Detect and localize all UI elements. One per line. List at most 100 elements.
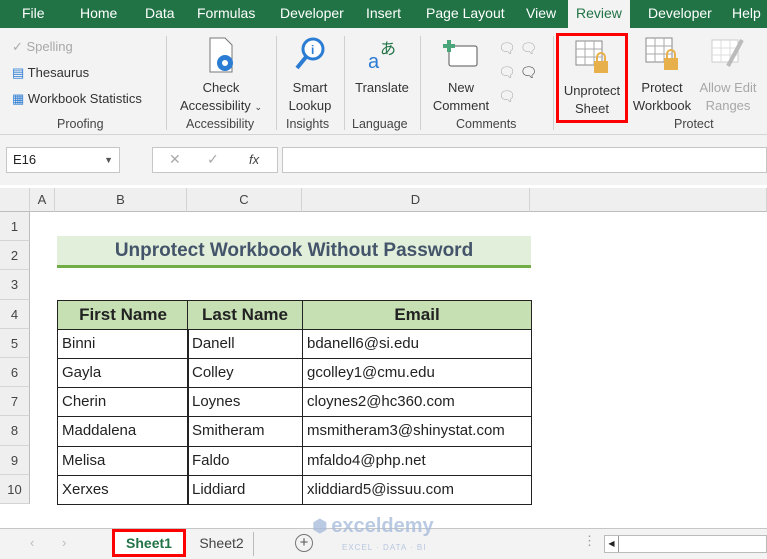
protect-workbook-icon [645, 37, 678, 70]
table-cell[interactable]: Melisa [57, 445, 189, 476]
delete-comment-icon[interactable]: 🗨 [498, 40, 516, 56]
table-cell[interactable]: cloynes2@hc360.com [302, 387, 532, 418]
translate-icon: aあ [368, 40, 396, 73]
tab-developer[interactable]: Developer [272, 0, 352, 28]
table-cell[interactable]: Faldo [187, 445, 303, 476]
table-cell[interactable]: xliddiard5@issuu.com [302, 474, 532, 505]
smart-lookup-button[interactable]: i Smart Lookup [280, 36, 340, 115]
row-header-1[interactable]: 1 [0, 212, 30, 242]
formula-controls: ✕ ✓ fx [152, 147, 278, 173]
svg-text:i: i [311, 43, 314, 57]
table-header-cell[interactable]: First Name [57, 299, 189, 330]
row-header-4[interactable]: 4 [0, 299, 30, 329]
sheet-tab-sheet1[interactable]: Sheet1 [112, 529, 186, 557]
chevron-down-icon: ⌄ [254, 102, 262, 112]
column-header[interactable] [530, 188, 767, 212]
tab-page-layout[interactable]: Page Layout [418, 0, 513, 28]
row-header-6[interactable]: 6 [0, 358, 30, 388]
table-cell[interactable]: mfaldo4@php.net [302, 445, 532, 476]
name-box[interactable]: E16 ▼ [6, 147, 120, 173]
table-cell[interactable]: Xerxes [57, 474, 189, 505]
table-cell[interactable]: Binni [57, 328, 189, 359]
divider [420, 36, 421, 130]
accessibility-icon [209, 37, 233, 73]
tab-file[interactable]: File [14, 0, 53, 28]
row-header-5[interactable]: 5 [0, 328, 30, 358]
column-header-C[interactable]: C [187, 188, 302, 212]
row-header-3[interactable]: 3 [0, 270, 30, 300]
column-header-A[interactable]: A [30, 188, 55, 212]
svg-text:あ: あ [380, 40, 396, 58]
row-header-2[interactable]: 2 [0, 241, 30, 271]
tab-data[interactable]: Data [137, 0, 183, 28]
add-sheet-button[interactable]: + [295, 534, 313, 552]
unprotect-sheet-icon [575, 40, 608, 73]
tab-insert[interactable]: Insert [358, 0, 409, 28]
table-cell[interactable]: msmitheram3@shinystat.com [302, 416, 532, 447]
table-header-cell[interactable]: Last Name [187, 299, 303, 330]
formula-input[interactable] [282, 147, 767, 173]
next-comment-icon[interactable]: 🗨 [498, 88, 516, 104]
chevron-down-icon[interactable]: ▼ [104, 148, 113, 172]
row-header-10[interactable]: 10 [0, 474, 30, 504]
thesaurus-button[interactable]: ▤ Thesaurus [12, 64, 89, 82]
tab-review[interactable]: Review [568, 0, 630, 28]
new-comment-icon [443, 40, 478, 67]
comment-actions: 🗨 🗨 🗨 🗨 🗨 [498, 36, 537, 108]
check-accessibility-button[interactable]: Check Accessibility ⌄ [172, 36, 270, 116]
show-all-comments-icon[interactable]: 🗨 [520, 64, 538, 80]
divider [166, 36, 167, 130]
row-header-7[interactable]: 7 [0, 387, 30, 417]
statistics-icon: ▦ [12, 91, 28, 106]
select-all-corner[interactable] [0, 188, 30, 212]
allow-edit-ranges-button[interactable]: Allow Edit Ranges [696, 36, 760, 115]
previous-comment-icon[interactable]: 🗨 [498, 64, 516, 80]
insert-function-button[interactable]: fx [249, 152, 259, 167]
table-header-cell[interactable]: Email [302, 299, 532, 330]
translate-button[interactable]: aあ Translate [350, 36, 414, 97]
sheet-title: Unprotect Workbook Without Password [57, 236, 531, 268]
show-comments-icon[interactable]: 🗨 [520, 40, 538, 56]
sheet-tab-sheet2[interactable]: Sheet2 [190, 532, 254, 556]
table-cell[interactable]: Colley [187, 358, 303, 389]
more-options-icon[interactable]: ⋮ [583, 533, 596, 549]
insights-group-label: Insights [286, 117, 330, 131]
tab-help[interactable]: Help [724, 0, 767, 28]
scroll-left-arrow-icon[interactable]: ◀ [605, 536, 619, 552]
table-cell[interactable]: Gayla [57, 358, 189, 389]
divider [344, 36, 345, 130]
row-header-8[interactable]: 8 [0, 416, 30, 446]
accessibility-group-label: Accessibility [186, 117, 255, 131]
worksheet-grid[interactable]: Unprotect Workbook Without Password ABCD… [0, 188, 767, 528]
tab-view[interactable]: View [518, 0, 564, 28]
unprotect-sheet-button[interactable]: Unprotect Sheet [556, 33, 628, 123]
table-cell[interactable]: Danell [187, 328, 303, 359]
table-cell[interactable]: gcolley1@cmu.edu [302, 358, 532, 389]
column-header-B[interactable]: B [55, 188, 187, 212]
scroll-right-icon[interactable]: › [62, 535, 66, 550]
table-cell[interactable]: Loynes [187, 387, 303, 418]
enter-icon[interactable]: ✓ [207, 151, 219, 168]
new-comment-button[interactable]: New Comment [428, 36, 494, 115]
tab-formulas[interactable]: Formulas [189, 0, 263, 28]
horizontal-scrollbar[interactable]: ◀ [604, 535, 767, 553]
column-header-D[interactable]: D [302, 188, 530, 212]
spelling-button[interactable]: ✓ Spelling [12, 38, 73, 56]
table-cell[interactable]: Smitheram [187, 416, 303, 447]
exceldemy-logo-icon: ⬢ [312, 516, 328, 536]
table-cell[interactable]: Cherin [57, 387, 189, 418]
smart-lookup-icon: i [295, 37, 325, 70]
tab-home[interactable]: Home [72, 0, 125, 28]
protect-workbook-button[interactable]: Protect Workbook [630, 36, 694, 115]
table-cell[interactable]: bdanell6@si.edu [302, 328, 532, 359]
proofing-group-label: Proofing [57, 117, 104, 131]
row-header-9[interactable]: 9 [0, 445, 30, 475]
cancel-icon[interactable]: ✕ [169, 151, 181, 168]
workbook-statistics-button[interactable]: ▦ Workbook Statistics [12, 90, 142, 108]
table-cell[interactable]: Maddalena [57, 416, 189, 447]
scroll-left-icon[interactable]: ‹ [30, 535, 34, 550]
comments-group-label: Comments [456, 117, 517, 131]
tab-developer[interactable]: Developer [640, 0, 720, 28]
ribbon: ✓ Spelling ▤ Thesaurus ▦ Workbook Statis… [0, 28, 767, 135]
table-cell[interactable]: Liddiard [187, 474, 303, 505]
